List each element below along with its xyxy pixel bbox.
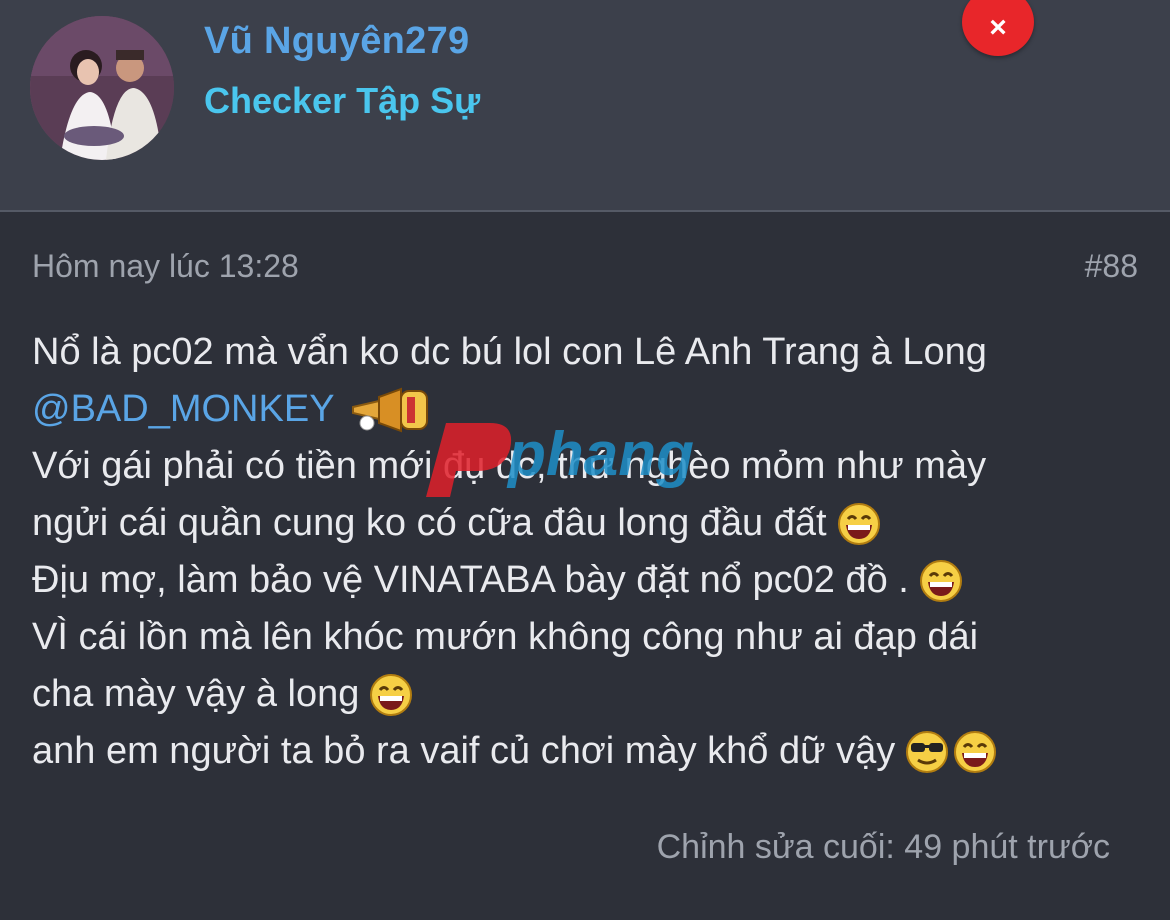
post-line-8: anh em người ta bỏ ra vaif củ chơi mày k… bbox=[32, 723, 1142, 780]
post-line-7-text: cha mày vậy à long bbox=[32, 673, 360, 715]
post-line-3-text: Với gái phải có tiền mới đụ dc, thứ nghè… bbox=[32, 445, 987, 487]
post-line-3: Với gái phải có tiền mới đụ dc, thứ nghè… bbox=[32, 438, 1142, 495]
post-line-4-text: ngửi cái quần cung ko có cữa đâu long đầ… bbox=[32, 502, 827, 544]
sunglasses-emoji-icon bbox=[906, 730, 949, 773]
post-line-4: ngửi cái quần cung ko có cữa đâu long đầ… bbox=[32, 495, 1142, 552]
user-mention-link[interactable]: @BAD_MONKEY bbox=[32, 381, 335, 438]
laughing-emoji-icon bbox=[919, 559, 962, 602]
post-timestamp[interactable]: Hôm nay lúc 13:28 bbox=[32, 248, 299, 285]
last-edited-note: Chỉnh sửa cuối: 49 phút trước bbox=[656, 828, 1110, 866]
laughing-emoji-icon bbox=[370, 673, 413, 716]
post-line-2: @BAD_MONKEY bbox=[32, 381, 1142, 438]
post-line-5: Địu mợ, làm bảo vệ VINATABA bày đặt nổ p… bbox=[32, 552, 1142, 609]
post-line-5-text: Địu mợ, làm bảo vệ VINATABA bày đặt nổ p… bbox=[32, 559, 909, 601]
post-number[interactable]: #88 bbox=[1085, 248, 1138, 285]
user-title: Checker Tập Sự bbox=[204, 80, 481, 121]
profile-header: Vũ Nguyên279 Checker Tập Sự × bbox=[0, 0, 1170, 212]
close-icon: × bbox=[989, 11, 1007, 44]
laughing-emoji-icon bbox=[837, 502, 880, 545]
post-line-1: Nổ là pc02 mà vẩn ko dc bú lol con Lê An… bbox=[32, 324, 1142, 381]
close-button[interactable]: × bbox=[962, 0, 1034, 56]
post-body: Hôm nay lúc 13:28 #88 Nổ là pc02 mà vẩn … bbox=[0, 214, 1170, 920]
post-content: Nổ là pc02 mà vẩn ko dc bú lol con Lê An… bbox=[32, 324, 1142, 780]
post-line-1-text: Nổ là pc02 mà vẩn ko dc bú lol con Lê An… bbox=[32, 331, 987, 373]
laughing-emoji-icon bbox=[954, 730, 997, 773]
post-line-7: cha mày vậy à long bbox=[32, 666, 1142, 723]
horn-emoji-icon bbox=[351, 387, 428, 432]
avatar[interactable] bbox=[30, 16, 174, 160]
username[interactable]: Vũ Nguyên279 bbox=[204, 20, 469, 63]
post-line-8-text: anh em người ta bỏ ra vaif củ chơi mày k… bbox=[32, 730, 896, 772]
post-line-6: VÌ cái lồn mà lên khóc mướn không công n… bbox=[32, 609, 1142, 666]
post-line-6-text: VÌ cái lồn mà lên khóc mướn không công n… bbox=[32, 616, 979, 658]
